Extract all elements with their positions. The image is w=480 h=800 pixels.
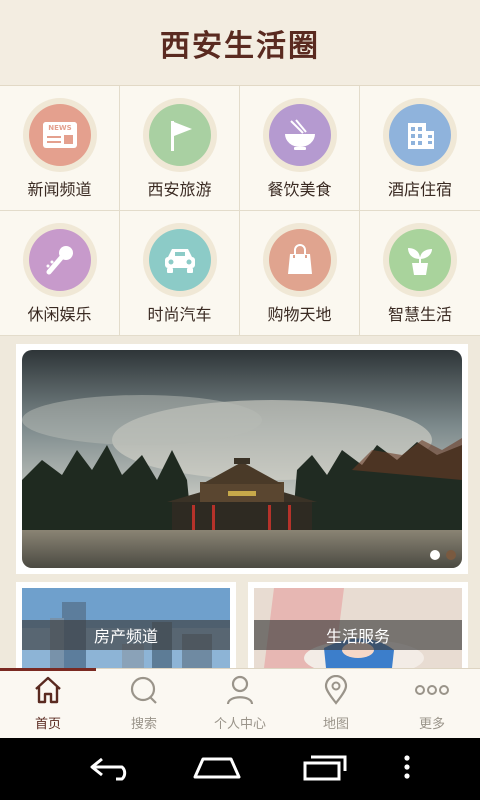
carousel-dot	[446, 550, 456, 560]
shopping-bag-icon	[268, 229, 331, 291]
category-label: 西安旅游	[147, 180, 212, 199]
category-news[interactable]: NEWS 新闻频道	[0, 86, 120, 211]
icon-ring	[383, 223, 457, 297]
icon-ring	[262, 98, 337, 172]
active-tab-indicator	[0, 668, 96, 671]
tab-more[interactable]: 更多	[384, 669, 480, 738]
bottom-tab-bar: 首页 搜索 个人中心 地图 更多	[0, 668, 480, 738]
category-shopping[interactable]: 购物天地	[240, 211, 360, 336]
carousel-dot-active	[430, 550, 440, 560]
tab-search[interactable]: 搜索	[96, 669, 192, 738]
microphone-icon	[28, 229, 91, 291]
category-label: 酒店住宿	[387, 180, 452, 199]
category-smart-living[interactable]: 智慧生活	[360, 211, 480, 336]
tab-profile[interactable]: 个人中心	[192, 669, 288, 738]
car-icon	[148, 229, 211, 291]
real-estate-image: 房产频道	[22, 588, 230, 668]
category-hotel[interactable]: 酒店住宿	[360, 86, 480, 211]
icon-ring	[383, 98, 457, 172]
user-icon	[224, 675, 256, 709]
icon-ring	[142, 223, 217, 297]
news-icon: NEWS	[28, 104, 91, 166]
card-real-estate[interactable]: 房产频道	[16, 582, 236, 668]
category-label: 新闻频道	[27, 180, 92, 199]
tab-home[interactable]: 首页	[0, 669, 96, 738]
icon-ring	[22, 223, 97, 297]
icon-ring: NEWS	[22, 98, 97, 172]
category-label: 购物天地	[267, 305, 332, 324]
tab-label: 更多	[418, 717, 445, 732]
tab-label: 个人中心	[213, 717, 266, 732]
app-title: 西安生活圈	[160, 28, 320, 64]
category-label: 休闲娱乐	[27, 305, 92, 324]
category-label: 餐饮美食	[267, 180, 332, 199]
tab-label: 地图	[322, 717, 349, 732]
banner-image[interactable]	[22, 350, 462, 568]
overflow-icon[interactable]	[402, 753, 412, 785]
carousel-indicator	[430, 550, 456, 560]
flag-icon	[148, 104, 211, 166]
banner-carousel[interactable]	[16, 344, 468, 574]
card-caption: 生活服务	[254, 620, 462, 650]
back-icon[interactable]	[88, 753, 136, 785]
home-icon	[32, 675, 64, 709]
tab-label: 首页	[34, 717, 61, 732]
more-icon	[414, 675, 450, 709]
category-leisure[interactable]: 休闲娱乐	[0, 211, 120, 336]
card-life-services[interactable]: 生活服务	[248, 582, 468, 668]
system-navigation-bar	[0, 738, 480, 800]
news-badge-text: NEWS	[48, 124, 71, 132]
building-icon	[389, 104, 451, 166]
noodle-bowl-icon	[268, 104, 331, 166]
icon-ring	[142, 98, 217, 172]
icon-ring	[262, 223, 337, 297]
tab-map[interactable]: 地图	[288, 669, 384, 738]
category-car[interactable]: 时尚汽车	[120, 211, 240, 336]
map-pin-icon	[320, 674, 352, 709]
category-label: 智慧生活	[387, 305, 452, 324]
category-travel[interactable]: 西安旅游	[120, 86, 240, 211]
search-icon	[128, 675, 160, 709]
plant-icon	[389, 229, 451, 291]
tab-label: 搜索	[130, 717, 157, 732]
home-nav-icon[interactable]	[191, 753, 243, 785]
recents-icon[interactable]	[299, 753, 347, 785]
card-caption: 房产频道	[22, 620, 230, 650]
category-grid: NEWS 新闻频道 西安旅游 餐饮美食 酒店住宿 休闲娱乐 时尚汽车 购物天地 …	[0, 86, 480, 336]
category-label: 时尚汽车	[147, 305, 212, 324]
category-food[interactable]: 餐饮美食	[240, 86, 360, 211]
life-services-image: 生活服务	[254, 588, 462, 668]
app-header: 西安生活圈	[0, 0, 480, 86]
